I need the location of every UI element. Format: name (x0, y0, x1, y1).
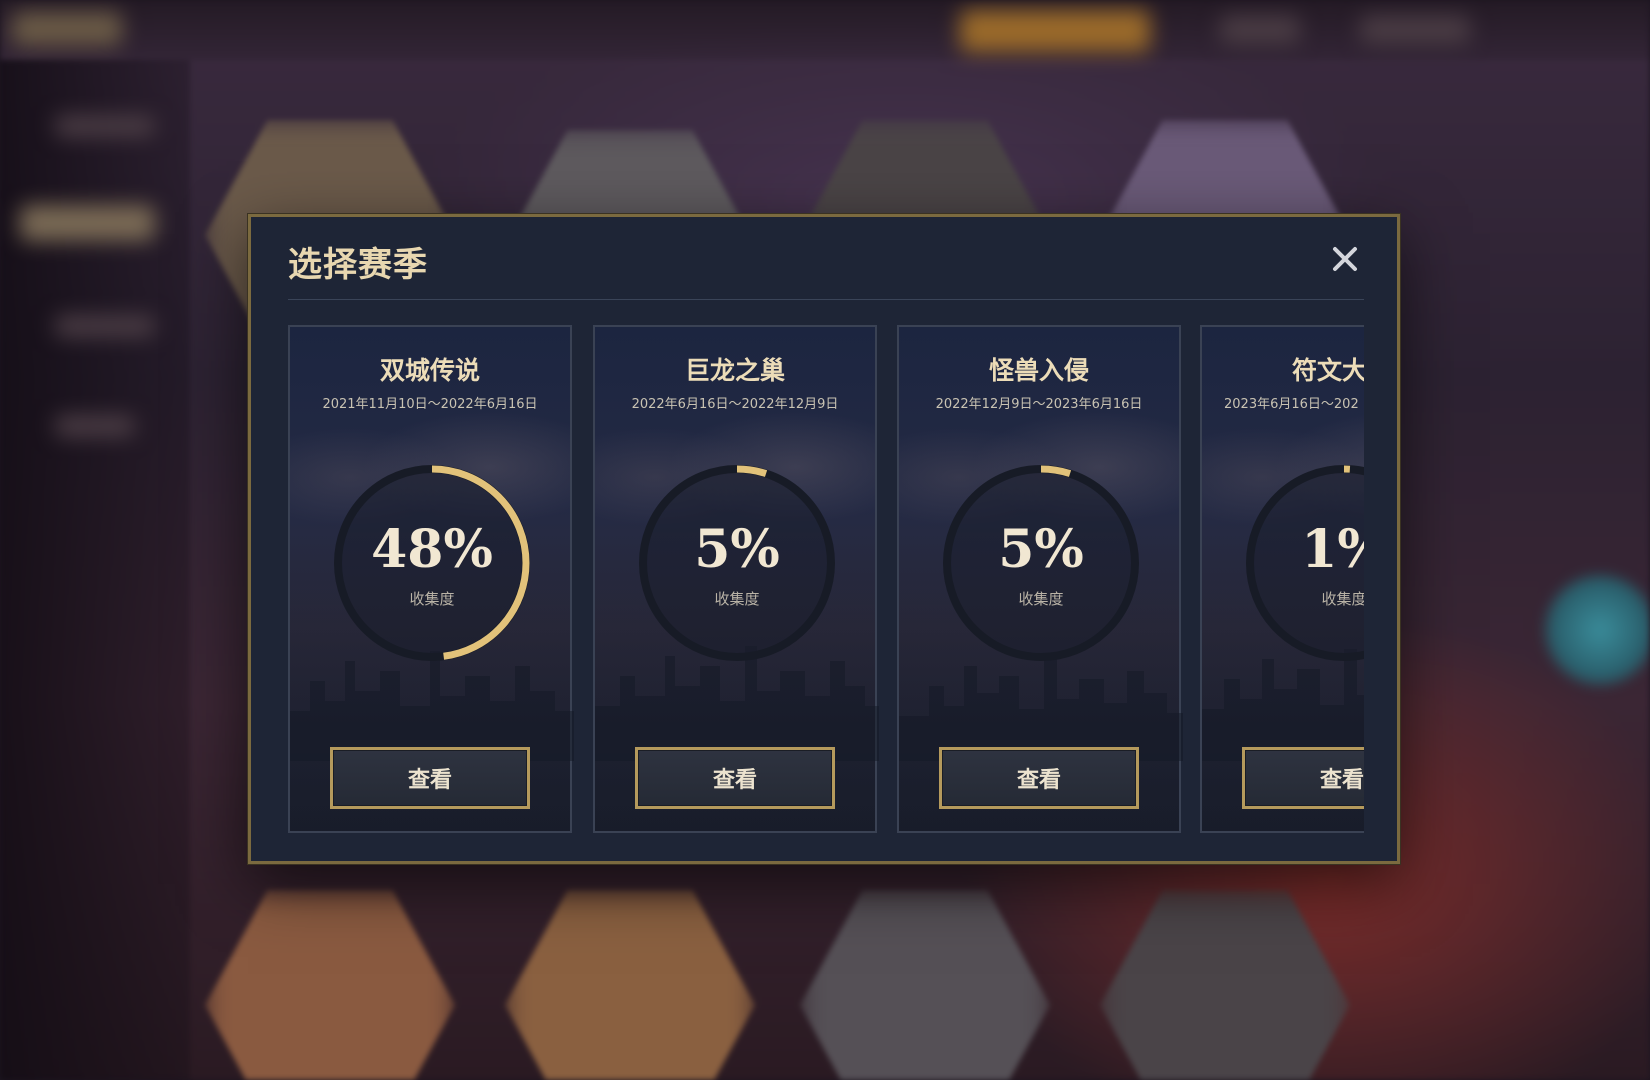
season-select-dialog: 选择赛季 双城传说 2021年11月10日～2022年6月16日 48% 收集度… (248, 214, 1400, 864)
progress-percent: 5% (694, 519, 780, 580)
background-nav-button (960, 10, 1150, 52)
season-card: 符文大陆 2023年6月16日～202 1% 收集度 查看 (1200, 325, 1364, 833)
season-dates: 2023年6月16日～202 (1224, 397, 1359, 412)
collection-progress-ring: 5% 收集度 (939, 461, 1143, 665)
progress-percent: 48% (371, 519, 493, 580)
background-sidebar-item-active (20, 205, 155, 241)
season-name: 巨龙之巢 (684, 356, 785, 385)
season-dates: 2022年6月16日～2022年12月9日 (631, 397, 839, 412)
background-sidebar-item (55, 415, 135, 437)
view-button[interactable]: 查看 (939, 747, 1139, 809)
view-button[interactable]: 查看 (1242, 747, 1364, 809)
progress-label: 收集度 (1018, 590, 1064, 608)
background-hex-tile (205, 890, 455, 1080)
collection-progress-ring: 5% 收集度 (635, 461, 839, 665)
season-dates: 2021年11月10日～2022年6月16日 (322, 397, 538, 412)
progress-label: 收集度 (409, 590, 455, 608)
season-name: 怪兽入侵 (988, 356, 1089, 385)
view-button[interactable]: 查看 (330, 747, 530, 809)
collection-progress-ring: 1% 收集度 (1242, 461, 1364, 665)
season-dates: 2022年12月9日～2023年6月16日 (935, 397, 1143, 412)
background-nav-item (1360, 16, 1470, 44)
background-sidebar-item (55, 115, 155, 137)
view-button[interactable]: 查看 (635, 747, 835, 809)
close-icon (1333, 247, 1357, 271)
progress-percent: 5% (998, 519, 1084, 580)
season-card-list[interactable]: 双城传说 2021年11月10日～2022年6月16日 48% 收集度 查看 巨… (288, 325, 1364, 833)
season-card: 双城传说 2021年11月10日～2022年6月16日 48% 收集度 查看 (288, 325, 574, 833)
background-logo (12, 12, 122, 46)
season-name: 符文大陆 (1291, 356, 1364, 385)
progress-label: 收集度 (714, 590, 760, 608)
background-hex-tile (1100, 890, 1350, 1080)
close-button[interactable] (1325, 239, 1365, 279)
progress-percent: 1% (1301, 519, 1364, 580)
background-nav-item (1220, 16, 1300, 44)
background-orb (1545, 575, 1650, 685)
title-divider (288, 299, 1364, 300)
background-hex-tile (505, 890, 755, 1080)
dialog-title: 选择赛季 (288, 245, 428, 285)
background-sidebar-item (55, 315, 155, 337)
collection-progress-ring: 48% 收集度 (330, 461, 534, 665)
season-card: 巨龙之巢 2022年6月16日～2022年12月9日 5% 收集度 查看 (593, 325, 879, 833)
season-name: 双城传说 (379, 356, 480, 385)
season-card: 怪兽入侵 2022年12月9日～2023年6月16日 5% 收集度 查看 (897, 325, 1183, 833)
progress-label: 收集度 (1321, 590, 1364, 608)
background-hex-tile (800, 890, 1050, 1080)
